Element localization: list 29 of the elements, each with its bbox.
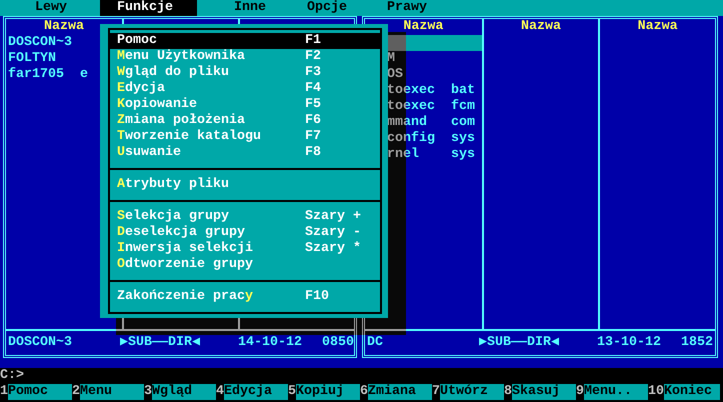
menu-item[interactable]: Pomoc F1 xyxy=(110,33,380,49)
function-key[interactable]: 4Edycja xyxy=(216,384,288,400)
column-header: Nazwa xyxy=(636,19,679,35)
function-key[interactable]: 2Menu xyxy=(72,384,144,400)
menu-tab[interactable]: Opcje xyxy=(290,0,380,16)
info-type: ▶SUB——DIR◀ xyxy=(479,335,560,351)
info-date: 14-10-12 xyxy=(238,335,303,351)
function-key[interactable]: 3Wgląd xyxy=(144,384,216,400)
info-date: 13-10-12 xyxy=(597,335,662,351)
function-key[interactable]: 9Menu.. xyxy=(576,384,648,400)
function-key[interactable]: 8Skasuj xyxy=(504,384,576,400)
column-header: Nazwa xyxy=(402,19,444,35)
menu-tab[interactable]: Lewy xyxy=(0,0,100,16)
function-key[interactable]: 10Koniec xyxy=(648,384,720,400)
info-time: 0850 xyxy=(322,335,354,351)
menu-tab[interactable]: Funkcje xyxy=(100,0,197,16)
column-header: Nazwa xyxy=(520,19,562,35)
command-prompt[interactable]: C:> xyxy=(0,368,723,384)
function-key[interactable]: 7Utwórz xyxy=(432,384,504,400)
info-name: DC xyxy=(367,335,384,351)
function-key[interactable]: 1Pomoc xyxy=(0,384,72,400)
menu-tab[interactable]: Inne xyxy=(197,0,290,16)
info-time: 1852 xyxy=(681,335,713,351)
column-header: Nazwa xyxy=(43,19,85,35)
menu-tab[interactable]: Prawy xyxy=(380,0,723,16)
function-key[interactable]: 5Kopiuj xyxy=(288,384,360,400)
info-name: DOSCON~3 xyxy=(8,335,73,351)
info-type: ▶SUB——DIR◀ xyxy=(120,335,202,351)
function-key[interactable]: 6Zmiana xyxy=(360,384,432,400)
